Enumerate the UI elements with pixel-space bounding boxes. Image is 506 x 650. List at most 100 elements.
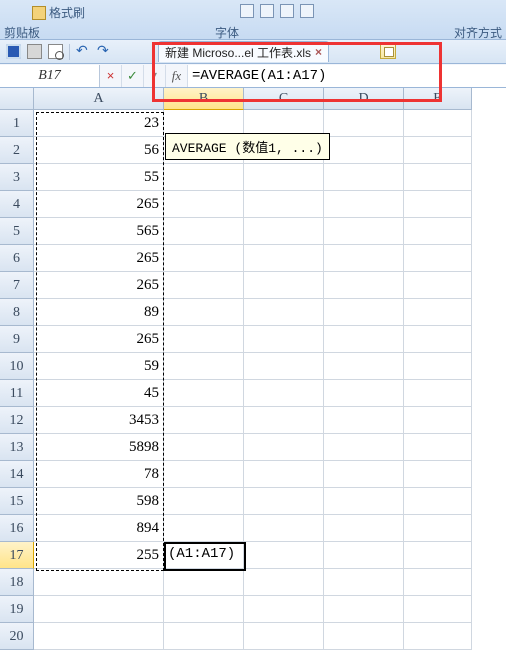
cell-E17[interactable] bbox=[404, 542, 472, 569]
cell-C20[interactable] bbox=[244, 623, 324, 650]
document-tab[interactable]: 新建 Microso...el 工作表.xls × bbox=[158, 41, 329, 62]
col-header-A[interactable]: A bbox=[34, 88, 164, 110]
cell-C14[interactable] bbox=[244, 461, 324, 488]
cell-B3[interactable] bbox=[164, 164, 244, 191]
row-header[interactable]: 6 bbox=[0, 245, 34, 272]
font-icon-4[interactable] bbox=[300, 4, 314, 18]
cell-E12[interactable] bbox=[404, 407, 472, 434]
cell-A9[interactable]: 265 bbox=[34, 326, 164, 353]
cell-A17[interactable]: 255 bbox=[34, 542, 164, 569]
cell-B6[interactable] bbox=[164, 245, 244, 272]
cell-A15[interactable]: 598 bbox=[34, 488, 164, 515]
cell-A13[interactable]: 5898 bbox=[34, 434, 164, 461]
cancel-button[interactable]: × bbox=[100, 65, 122, 87]
row-header[interactable]: 13 bbox=[0, 434, 34, 461]
close-tab-icon[interactable]: × bbox=[315, 45, 322, 59]
cell-C12[interactable] bbox=[244, 407, 324, 434]
cell-A14[interactable]: 78 bbox=[34, 461, 164, 488]
cell-B20[interactable] bbox=[164, 623, 244, 650]
cell-B5[interactable] bbox=[164, 218, 244, 245]
cell-D5[interactable] bbox=[324, 218, 404, 245]
dropdown-icon[interactable]: ▾ bbox=[144, 65, 166, 87]
cell-E11[interactable] bbox=[404, 380, 472, 407]
cell-E1[interactable] bbox=[404, 110, 472, 137]
cell-E6[interactable] bbox=[404, 245, 472, 272]
cell-E20[interactable] bbox=[404, 623, 472, 650]
cell-A16[interactable]: 894 bbox=[34, 515, 164, 542]
cell-B7[interactable] bbox=[164, 272, 244, 299]
redo-icon[interactable] bbox=[97, 44, 112, 59]
cell-D8[interactable] bbox=[324, 299, 404, 326]
row-header[interactable]: 16 bbox=[0, 515, 34, 542]
cell-D3[interactable] bbox=[324, 164, 404, 191]
font-icon-1[interactable] bbox=[240, 4, 254, 18]
cell-E9[interactable] bbox=[404, 326, 472, 353]
cell-C15[interactable] bbox=[244, 488, 324, 515]
cell-A6[interactable]: 265 bbox=[34, 245, 164, 272]
row-header[interactable]: 9 bbox=[0, 326, 34, 353]
row-header[interactable]: 17 bbox=[0, 542, 34, 569]
row-header[interactable]: 5 bbox=[0, 218, 34, 245]
cell-E15[interactable] bbox=[404, 488, 472, 515]
cell-D9[interactable] bbox=[324, 326, 404, 353]
cell-E3[interactable] bbox=[404, 164, 472, 191]
cell-B8[interactable] bbox=[164, 299, 244, 326]
fx-button[interactable]: fx bbox=[166, 65, 188, 87]
cell-C9[interactable] bbox=[244, 326, 324, 353]
row-header[interactable]: 15 bbox=[0, 488, 34, 515]
cell-A8[interactable]: 89 bbox=[34, 299, 164, 326]
cell-D18[interactable] bbox=[324, 569, 404, 596]
col-header-E[interactable]: E bbox=[404, 88, 472, 110]
select-all-corner[interactable] bbox=[0, 88, 34, 110]
new-tab-button[interactable] bbox=[380, 43, 396, 59]
row-header[interactable]: 8 bbox=[0, 299, 34, 326]
cell-C8[interactable] bbox=[244, 299, 324, 326]
cell-D12[interactable] bbox=[324, 407, 404, 434]
cell-A20[interactable] bbox=[34, 623, 164, 650]
col-header-B[interactable]: B bbox=[164, 88, 244, 110]
print-icon[interactable] bbox=[27, 44, 42, 59]
spreadsheet-grid[interactable]: A B C D E AVERAGE (数值1, ...) (A1:A17) 12… bbox=[0, 88, 506, 650]
cell-C17[interactable] bbox=[244, 542, 324, 569]
cell-C3[interactable] bbox=[244, 164, 324, 191]
cell-D14[interactable] bbox=[324, 461, 404, 488]
cell-E5[interactable] bbox=[404, 218, 472, 245]
font-icon-3[interactable] bbox=[280, 4, 294, 18]
row-header[interactable]: 14 bbox=[0, 461, 34, 488]
cell-E2[interactable] bbox=[404, 137, 472, 164]
row-header[interactable]: 18 bbox=[0, 569, 34, 596]
cell-A11[interactable]: 45 bbox=[34, 380, 164, 407]
name-box[interactable]: B17 bbox=[0, 65, 100, 87]
print-preview-icon[interactable] bbox=[48, 44, 63, 59]
cell-A4[interactable]: 265 bbox=[34, 191, 164, 218]
format-painter-button[interactable]: 格式刷 bbox=[32, 4, 85, 21]
cell-C6[interactable] bbox=[244, 245, 324, 272]
cell-C4[interactable] bbox=[244, 191, 324, 218]
row-header[interactable]: 10 bbox=[0, 353, 34, 380]
cell-E7[interactable] bbox=[404, 272, 472, 299]
cell-D6[interactable] bbox=[324, 245, 404, 272]
row-header[interactable]: 20 bbox=[0, 623, 34, 650]
cell-B14[interactable] bbox=[164, 461, 244, 488]
cell-E10[interactable] bbox=[404, 353, 472, 380]
cell-D7[interactable] bbox=[324, 272, 404, 299]
cell-E4[interactable] bbox=[404, 191, 472, 218]
row-header[interactable]: 4 bbox=[0, 191, 34, 218]
cell-B4[interactable] bbox=[164, 191, 244, 218]
cell-E8[interactable] bbox=[404, 299, 472, 326]
cell-E16[interactable] bbox=[404, 515, 472, 542]
col-header-D[interactable]: D bbox=[324, 88, 404, 110]
cell-E14[interactable] bbox=[404, 461, 472, 488]
undo-icon[interactable] bbox=[76, 44, 91, 59]
cell-A1[interactable]: 23 bbox=[34, 110, 164, 137]
save-icon[interactable] bbox=[6, 44, 21, 59]
cell-A12[interactable]: 3453 bbox=[34, 407, 164, 434]
cell-D11[interactable] bbox=[324, 380, 404, 407]
cell-D20[interactable] bbox=[324, 623, 404, 650]
enter-button[interactable]: ✓ bbox=[122, 65, 144, 87]
cell-C16[interactable] bbox=[244, 515, 324, 542]
row-header[interactable]: 12 bbox=[0, 407, 34, 434]
cell-B11[interactable] bbox=[164, 380, 244, 407]
cell-D10[interactable] bbox=[324, 353, 404, 380]
cell-D2[interactable] bbox=[324, 137, 404, 164]
